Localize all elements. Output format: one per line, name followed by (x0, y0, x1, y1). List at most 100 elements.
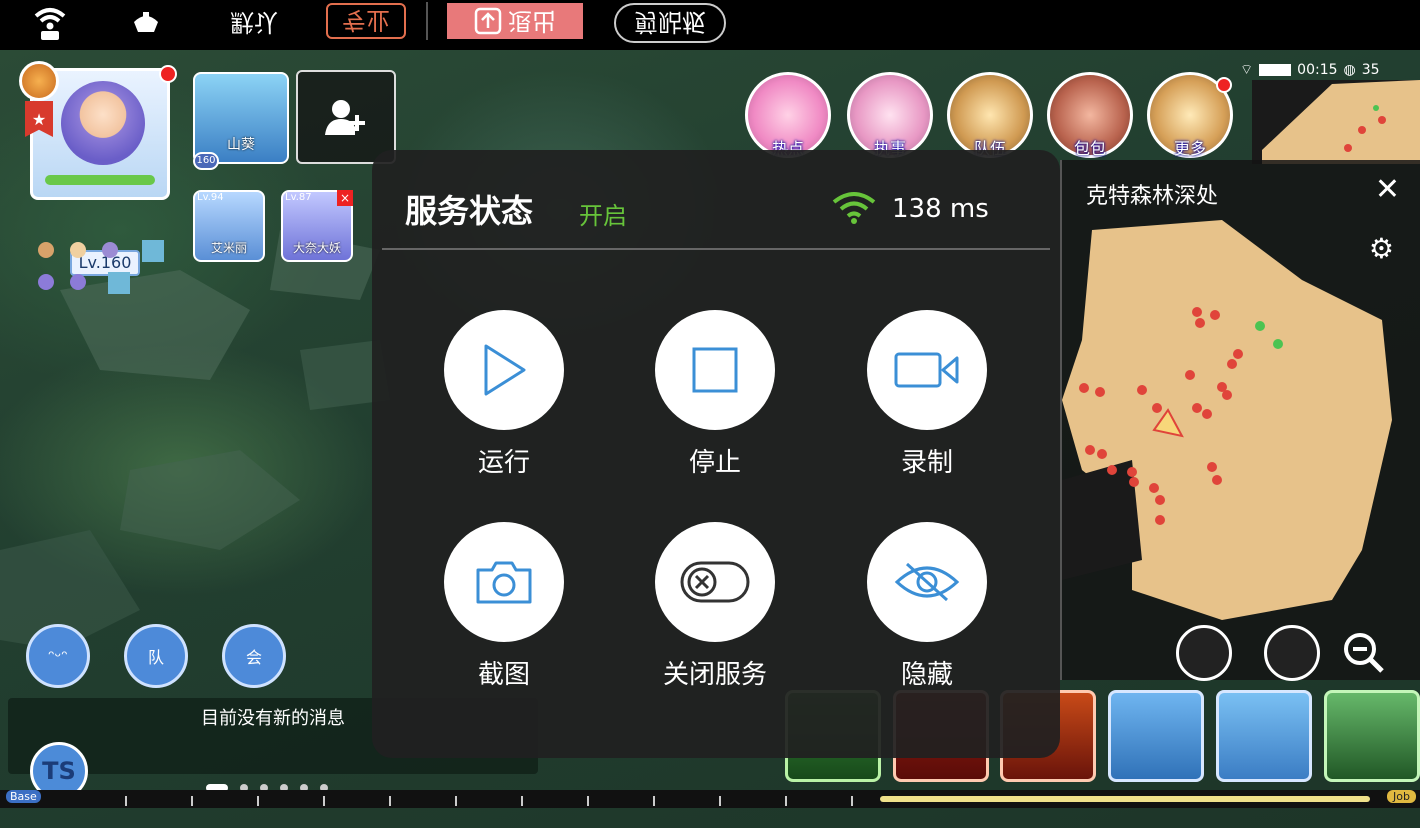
exp-bar: Base Job (0, 790, 1420, 808)
guild-voice-label: 会 (245, 648, 262, 667)
exp-tick (389, 796, 391, 806)
more-button[interactable]: 更多 (1147, 72, 1233, 158)
record-button[interactable]: 录制 (852, 310, 1002, 480)
toggle-off-icon (680, 561, 750, 603)
minimap-corner[interactable] (1252, 80, 1420, 164)
lamp-icon[interactable] (126, 4, 166, 44)
sail-icon[interactable] (1264, 625, 1320, 681)
close-icon[interactable]: ✕ (1375, 172, 1400, 207)
party-member-name: 艾米丽 (210, 241, 247, 255)
player-portrait[interactable]: ★ (19, 61, 177, 200)
exp-tick (653, 796, 655, 806)
party-member-2[interactable]: Lv.94 艾米丽 (193, 190, 265, 262)
guild-badge-icon[interactable] (19, 61, 59, 101)
hot-button[interactable]: 热点 (745, 72, 831, 158)
chat-emoji-button[interactable]: ᵔᵕᵔ (26, 624, 90, 688)
party-member-level: 160 (193, 152, 219, 170)
service-panel: 服务状态 开启 138 ms 运行 停止 录制 截图 关闭服务 隐藏 (372, 150, 1060, 758)
default-mode-button[interactable]: 默认 (222, 3, 286, 39)
exp-tick (851, 796, 853, 806)
party-member-3[interactable]: Lv.87 大奈大妖 × (281, 190, 353, 262)
bag-button[interactable]: 包包 (1047, 72, 1133, 158)
star-icon: ★ (25, 101, 53, 137)
zoom-out-icon[interactable] (1336, 625, 1392, 681)
party-member-level: Lv.87 (285, 192, 312, 203)
exp-tick (785, 796, 787, 806)
game-view[interactable]: ★ Lv.160 山葵 160 Lv.94 艾米丽 Lv.87 大奈大妖 × 热… (0, 50, 1420, 828)
add-user-icon (325, 100, 365, 135)
map-canvas[interactable] (1062, 220, 1420, 680)
close-service-circle[interactable] (655, 522, 775, 642)
stop-circle[interactable] (655, 310, 775, 430)
job-exp-label: Job (1387, 790, 1416, 803)
map-title: 克特森林深处 (1086, 184, 1219, 209)
camera-icon (476, 561, 532, 604)
record-label: 录制 (900, 448, 953, 478)
toolbar-divider (426, 2, 428, 40)
exp-tick (455, 796, 457, 806)
screenshot-button[interactable]: 截图 (429, 522, 579, 692)
stop-icon (692, 347, 738, 393)
stop-button[interactable]: 停止 (640, 310, 790, 480)
wifi-icon: ⌔ (1240, 62, 1254, 78)
butler-button[interactable]: 执事 (847, 72, 933, 158)
run-button[interactable]: 运行 (429, 310, 579, 480)
team-voice-label: 队 (147, 648, 164, 667)
screenshot-circle[interactable] (444, 522, 564, 642)
notification-dot (159, 65, 177, 83)
run-circle[interactable] (444, 310, 564, 430)
video-camera-icon (894, 352, 959, 388)
job-exp-fill (880, 796, 1370, 802)
more-label: 更多 (1173, 139, 1206, 158)
add-friend-button[interactable] (296, 70, 396, 164)
skill-slot-6[interactable] (1324, 690, 1420, 782)
buff-icons (38, 240, 164, 294)
panel-title: 服务状态 (405, 192, 534, 230)
team-button[interactable]: 队伍 (947, 72, 1033, 158)
party-member-name: 山葵 (227, 137, 255, 153)
party-member-1[interactable]: 山葵 160 (193, 72, 289, 170)
exp-tick (323, 796, 325, 806)
party-member-name: 大奈大妖 (292, 241, 341, 255)
service-state: 开启 (579, 202, 627, 230)
record-circle[interactable] (867, 310, 987, 430)
map-controls (1170, 625, 1420, 695)
hide-circle[interactable] (867, 522, 987, 642)
pro-mode-button[interactable]: 专业 (326, 3, 406, 39)
exp-tick (521, 796, 523, 806)
guild-voice-button[interactable]: 会 (222, 624, 286, 688)
player-avatar (61, 81, 145, 165)
close-service-button[interactable]: 关闭服务 (640, 522, 790, 692)
wifi-signal-icon[interactable] (30, 4, 70, 44)
bag-label: 包包 (1073, 139, 1106, 158)
close-service-label: 关闭服务 (662, 660, 767, 690)
exp-tick (587, 796, 589, 806)
screenshot-label: 截图 (477, 660, 530, 690)
clipboard-button[interactable]: 剪贴板 (614, 3, 726, 43)
globe-icon: ◍ (1343, 62, 1356, 78)
battery-icon (1259, 64, 1292, 76)
team-voice-button[interactable]: 队 (124, 624, 188, 688)
skill-slot-5[interactable] (1216, 690, 1312, 782)
eye-slash-icon (894, 562, 960, 602)
run-label: 运行 (477, 448, 530, 478)
exp-tick (257, 796, 259, 806)
navigate-icon[interactable] (1176, 625, 1232, 681)
ping-value: 138 ms (892, 194, 989, 224)
device-status-bar: ⌔ 00:15 ◍ 35 (1240, 60, 1420, 80)
hide-label: 隐藏 (900, 660, 953, 690)
skill-slot-4[interactable] (1108, 690, 1204, 782)
hide-button[interactable]: 隐藏 (852, 522, 1002, 692)
top-toolbar: 默认 专业 退出 剪贴板 (0, 0, 1420, 50)
party-member-level: Lv.94 (197, 192, 224, 203)
remove-member-icon[interactable]: × (337, 190, 353, 206)
exp-tick (125, 796, 127, 806)
base-exp-label: Base (6, 790, 41, 803)
chat-bubble-icon: ᵔᵕᵔ (48, 646, 68, 666)
exit-button[interactable]: 退出 (447, 3, 583, 39)
stop-label: 停止 (688, 448, 741, 478)
wifi-icon (832, 192, 876, 224)
upload-icon (474, 7, 502, 35)
clock: 00:15 (1297, 62, 1338, 78)
notification-dot (1216, 77, 1232, 93)
